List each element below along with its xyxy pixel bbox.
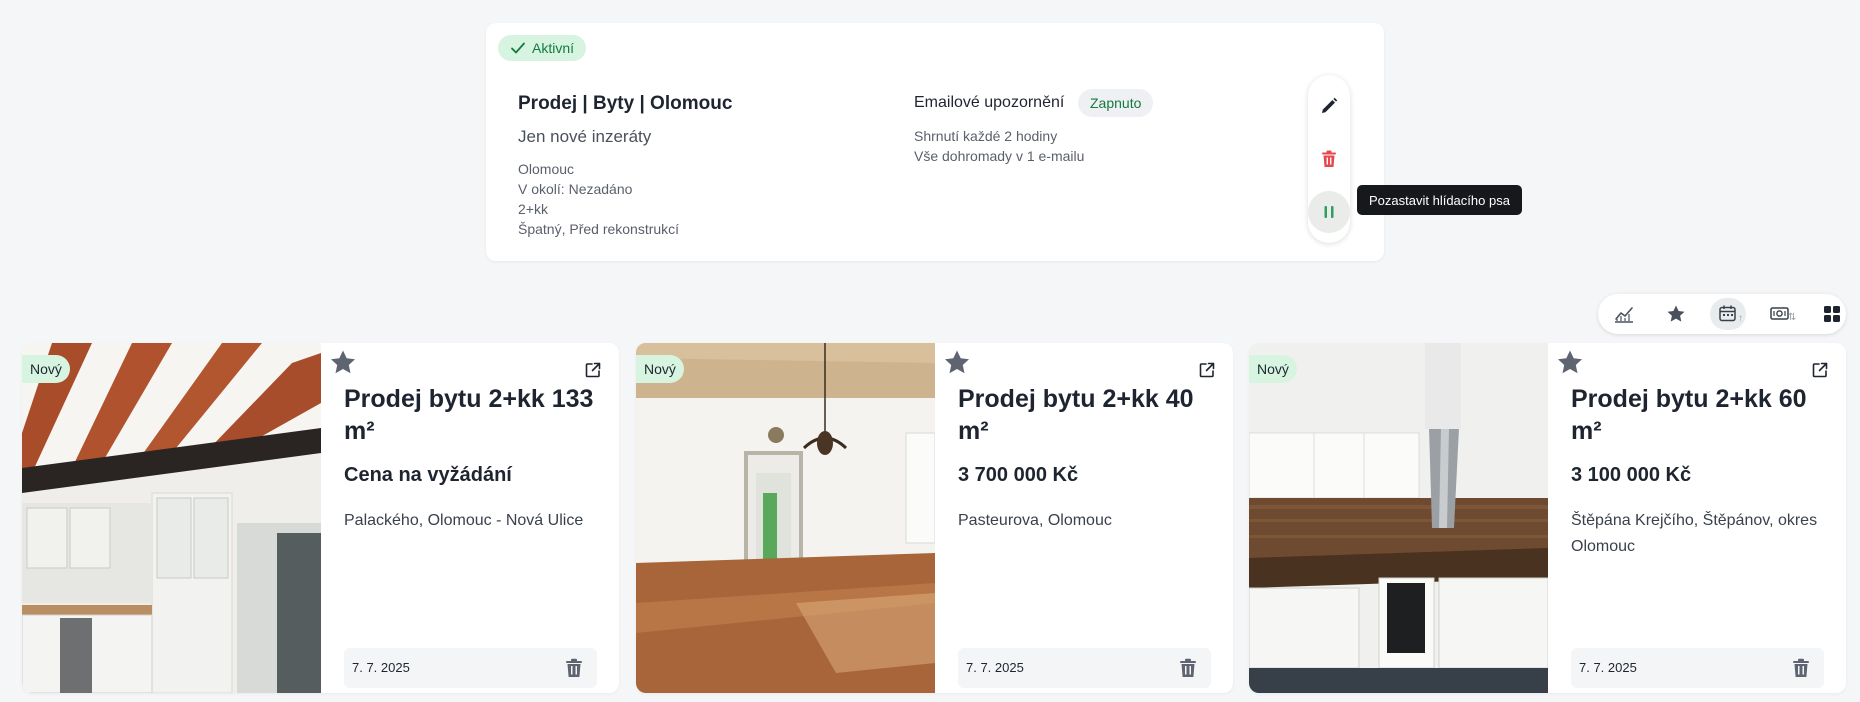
status-badge: Aktivní — [498, 35, 587, 61]
listing-price: 3 100 000 Kč — [1571, 464, 1692, 486]
favorite-star-icon[interactable] — [1555, 348, 1585, 378]
new-badge: Nový — [636, 355, 684, 383]
email-frequency: Shrnutí každé 2 hodiny — [914, 128, 1058, 144]
listing-date: 7. 7. 2025 — [966, 660, 1024, 675]
email-status-badge: Zapnuto — [1078, 89, 1154, 117]
trash-icon[interactable] — [1790, 657, 1812, 679]
new-badge: Nový — [22, 355, 70, 383]
watchdog-card: Aktivní Prodej | Byty | Olomouc Jen nové… — [486, 23, 1384, 261]
listing-price: Cena na vyžádání — [344, 464, 512, 486]
param-condition: Špatný, Před rekonstrukcí — [518, 221, 680, 237]
email-settings: Shrnutí každé 2 hodiny Vše dohromady v 1… — [914, 126, 1084, 166]
watchdog-actions — [1308, 75, 1350, 243]
external-link-icon[interactable] — [1811, 361, 1829, 379]
listing-card[interactable]: Nový Prodej bytu 2+kk 40 m² 3 700 000 Kč… — [636, 343, 1233, 693]
param-layout: 2+kk — [518, 201, 548, 217]
param-location: Olomouc — [518, 161, 575, 177]
listing-address: Palackého, Olomouc - Nová Ulice — [344, 512, 584, 529]
kitchen-photo — [1249, 343, 1548, 693]
stats-view-button[interactable] — [1606, 298, 1642, 330]
edit-button[interactable] — [1308, 85, 1350, 127]
external-link-icon[interactable] — [1198, 361, 1216, 379]
listing-title[interactable]: Prodej bytu 2+kk 133 m² — [344, 383, 599, 447]
sort-by-date-button[interactable]: ↑ — [1710, 298, 1746, 330]
star-icon — [1667, 305, 1685, 322]
listing-title[interactable]: Prodej bytu 2+kk 60 m² — [1571, 383, 1826, 447]
pencil-icon — [1322, 97, 1338, 113]
listing-photo[interactable] — [1249, 343, 1548, 693]
pause-tooltip: Pozastavit hlídacího psa — [1357, 185, 1522, 215]
email-grouping: Vše dohromady v 1 e-mailu — [914, 148, 1085, 164]
listing-address: Štěpána Krejčího, Štěpánov, okres Olomou… — [1571, 512, 1818, 555]
listing-price: 3 700 000 Kč — [958, 464, 1079, 486]
param-surroundings: V okolí: Nezadáno — [518, 181, 633, 197]
pause-button[interactable] — [1308, 191, 1350, 233]
grid-view-button[interactable] — [1814, 298, 1850, 330]
new-badge: Nový — [1249, 355, 1297, 383]
chart-line-icon — [1615, 307, 1633, 323]
listing-card[interactable]: Nový Prodej bytu 2+kk 133 m² Cena na vyž… — [22, 343, 619, 693]
sort-by-price-button[interactable]: ⇅ — [1762, 298, 1798, 330]
listing-card[interactable]: Nový Prodej bytu 2+kk 60 m² 3 100 000 Kč… — [1249, 343, 1846, 693]
favorite-star-icon[interactable] — [942, 348, 972, 378]
listing-photo[interactable] — [636, 343, 935, 693]
email-notification-label: Emailové upozornění — [914, 94, 1065, 111]
external-link-icon[interactable] — [584, 361, 602, 379]
favorite-star-icon[interactable] — [328, 348, 358, 378]
status-label: Aktivní — [532, 40, 575, 56]
listing-footer: 7. 7. 2025 — [958, 648, 1211, 688]
listing-date: 7. 7. 2025 — [352, 660, 410, 675]
sort-arrow-up-icon: ↑ — [1738, 313, 1743, 324]
listing-address: Pasteurova, Olomouc — [958, 512, 1112, 529]
listing-photo[interactable] — [22, 343, 321, 693]
pause-icon — [1324, 206, 1334, 218]
trash-icon — [1322, 150, 1336, 167]
trash-icon[interactable] — [563, 657, 585, 679]
listing-footer: 7. 7. 2025 — [1571, 648, 1824, 688]
watchdog-subtitle: Jen nové inzeráty — [518, 127, 652, 146]
watchdog-params: Olomouc V okolí: Nezadáno 2+kk Špatný, P… — [518, 159, 679, 239]
kitchen-photo — [22, 343, 321, 693]
listing-date: 7. 7. 2025 — [1579, 660, 1637, 675]
calendar-sort-icon — [1719, 305, 1736, 322]
check-icon — [511, 42, 525, 54]
delete-button[interactable] — [1308, 138, 1350, 180]
trash-icon[interactable] — [1177, 657, 1199, 679]
listing-footer: 7. 7. 2025 — [344, 648, 597, 688]
favorites-view-button[interactable] — [1658, 298, 1694, 330]
watchdog-title: Prodej | Byty | Olomouc — [518, 93, 733, 114]
sort-arrows-icon: ⇅ — [1788, 312, 1797, 323]
grid-icon — [1824, 306, 1840, 322]
living-room-photo — [636, 343, 935, 693]
listing-title[interactable]: Prodej bytu 2+kk 40 m² — [958, 383, 1213, 447]
view-toolbar: ↑ ⇅ — [1598, 294, 1846, 334]
